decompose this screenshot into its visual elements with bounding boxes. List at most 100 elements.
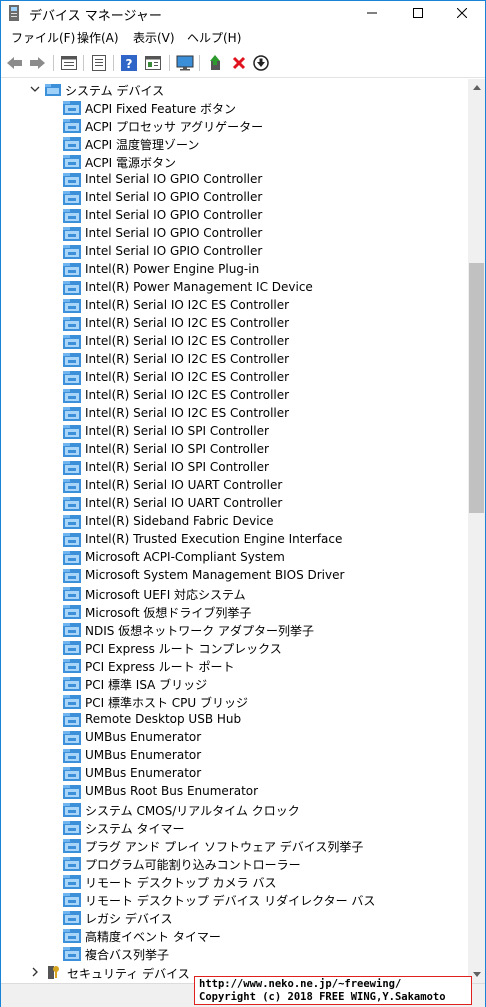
- minimize-button[interactable]: [349, 1, 395, 25]
- device-label: プラグ アンド プレイ ソフトウェア デバイス列挙子: [85, 840, 364, 854]
- tree-item-device[interactable]: Intel(R) Power Engine Plug-in: [1, 260, 468, 278]
- system-device-icon: [63, 623, 81, 637]
- device-label: Intel(R) Power Management IC Device: [85, 280, 313, 294]
- device-label: システム タイマー: [85, 822, 185, 836]
- chevron-right-icon[interactable]: [29, 966, 41, 978]
- back-button[interactable]: [5, 53, 25, 73]
- tree-item-device[interactable]: NDIS 仮想ネットワーク アダプター列挙子: [1, 620, 468, 638]
- monitor-button[interactable]: [175, 53, 195, 73]
- tree-item-device[interactable]: Intel Serial IO GPIO Controller: [1, 170, 468, 188]
- tree-item-device[interactable]: ACPI Fixed Feature ボタン: [1, 98, 468, 116]
- tree-item-device[interactable]: 複合バス列挙子: [1, 944, 468, 962]
- device-label: Microsoft ACPI-Compliant System: [85, 550, 285, 564]
- tree-item-device[interactable]: レガシ デバイス: [1, 908, 468, 926]
- system-device-icon: [63, 731, 81, 745]
- maximize-button[interactable]: [395, 1, 441, 25]
- tree-item-device[interactable]: ACPI 電源ボタン: [1, 152, 468, 170]
- system-device-icon: [63, 245, 81, 259]
- tree-item-device[interactable]: Intel(R) Serial IO I2C ES Controller: [1, 332, 468, 350]
- view-button[interactable]: [143, 53, 163, 73]
- toolbar-separator: [113, 55, 114, 71]
- minimize-icon: [367, 12, 377, 14]
- tree-item-device[interactable]: Intel(R) Serial IO I2C ES Controller: [1, 314, 468, 332]
- system-device-icon: [63, 263, 81, 277]
- tree-item-device[interactable]: リモート デスクトップ カメラ バス: [1, 872, 468, 890]
- tree-item-device[interactable]: Microsoft UEFI 対応システム: [1, 584, 468, 602]
- device-label: Microsoft UEFI 対応システム: [85, 588, 246, 602]
- scrollbar-thumb[interactable]: [469, 263, 484, 514]
- device-label: PCI 標準 ISA ブリッジ: [85, 678, 208, 692]
- tree-item-device[interactable]: UMBus Enumerator: [1, 728, 468, 746]
- vertical-scrollbar[interactable]: [468, 79, 485, 983]
- tree-item-device[interactable]: 高精度イベント タイマー: [1, 926, 468, 944]
- tree-item-device[interactable]: Intel(R) Serial IO UART Controller: [1, 476, 468, 494]
- tree-category-system-devices[interactable]: システム デバイス: [1, 80, 468, 98]
- tree-item-device[interactable]: Intel(R) Serial IO UART Controller: [1, 494, 468, 512]
- menu-bar: ファイル(F) 操作(A) 表示(V) ヘルプ(H): [1, 27, 485, 47]
- device-label: Intel(R) Serial IO SPI Controller: [85, 460, 269, 474]
- tree-item-device[interactable]: Intel(R) Serial IO I2C ES Controller: [1, 350, 468, 368]
- tree-item-device[interactable]: Intel(R) Trusted Execution Engine Interf…: [1, 530, 468, 548]
- tree-item-device[interactable]: Intel(R) Serial IO I2C ES Controller: [1, 296, 468, 314]
- device-label: ACPI 温度管理ゾーン: [85, 138, 200, 152]
- tree-item-device[interactable]: UMBus Enumerator: [1, 746, 468, 764]
- close-button[interactable]: [439, 1, 485, 25]
- properties-button[interactable]: [89, 53, 109, 73]
- tree-item-device[interactable]: UMBus Enumerator: [1, 764, 468, 782]
- toolbar-separator: [53, 55, 54, 71]
- scroll-up-button[interactable]: [468, 79, 485, 96]
- scroll-down-icon: [472, 972, 481, 977]
- tree-item-device[interactable]: PCI 標準 ISA ブリッジ: [1, 674, 468, 692]
- device-label: Intel(R) Serial IO I2C ES Controller: [85, 334, 290, 348]
- title-bar[interactable]: デバイス マネージャー: [1, 1, 485, 25]
- tree-item-device[interactable]: Intel(R) Serial IO SPI Controller: [1, 422, 468, 440]
- menu-view[interactable]: 表示(V): [131, 29, 177, 46]
- system-device-icon: [63, 929, 81, 943]
- menu-help[interactable]: ヘルプ(H): [185, 29, 243, 46]
- tree-item-device[interactable]: Intel(R) Power Management IC Device: [1, 278, 468, 296]
- watermark-url: http://www.neko.ne.jp/~freewing/: [199, 978, 402, 990]
- download-button[interactable]: [251, 53, 271, 73]
- tree-item-device[interactable]: UMBus Root Bus Enumerator: [1, 782, 468, 800]
- download-icon: [253, 55, 269, 71]
- tree-item-device[interactable]: システム CMOS/リアルタイム クロック: [1, 800, 468, 818]
- menu-action[interactable]: 操作(A): [75, 29, 121, 46]
- tree-item-device[interactable]: Intel(R) Serial IO SPI Controller: [1, 440, 468, 458]
- tree-item-device[interactable]: Intel(R) Serial IO SPI Controller: [1, 458, 468, 476]
- tree-item-device[interactable]: プログラム可能割り込みコントローラー: [1, 854, 468, 872]
- tree-item-device[interactable]: ACPI プロセッサ アグリゲーター: [1, 116, 468, 134]
- tree-item-device[interactable]: ACPI 温度管理ゾーン: [1, 134, 468, 152]
- uninstall-button[interactable]: [229, 53, 249, 73]
- system-device-icon: [63, 767, 81, 781]
- tree-item-device[interactable]: PCI Express ルート コンプレックス: [1, 638, 468, 656]
- tree-item-device[interactable]: Intel(R) Sideband Fabric Device: [1, 512, 468, 530]
- device-label: PCI Express ルート コンプレックス: [85, 642, 282, 656]
- forward-icon: [30, 57, 45, 69]
- tree-item-device[interactable]: Microsoft ACPI-Compliant System: [1, 548, 468, 566]
- tree-item-device[interactable]: PCI 標準ホスト CPU ブリッジ: [1, 692, 468, 710]
- chevron-down-icon[interactable]: [29, 83, 41, 95]
- tree-item-device[interactable]: Intel(R) Serial IO I2C ES Controller: [1, 404, 468, 422]
- tree-item-device[interactable]: リモート デスクトップ デバイス リダイレクター バス: [1, 890, 468, 908]
- tree-item-device[interactable]: Intel Serial IO GPIO Controller: [1, 224, 468, 242]
- up-button[interactable]: [59, 53, 79, 73]
- tree-item-device[interactable]: Microsoft 仮想ドライブ列挙子: [1, 602, 468, 620]
- system-device-icon: [63, 749, 81, 763]
- help-button[interactable]: ?: [119, 53, 139, 73]
- tree-item-device[interactable]: プラグ アンド プレイ ソフトウェア デバイス列挙子: [1, 836, 468, 854]
- tree-item-device[interactable]: Intel(R) Serial IO I2C ES Controller: [1, 386, 468, 404]
- update-driver-button[interactable]: [205, 53, 225, 73]
- tree-item-device[interactable]: PCI Express ルート ポート: [1, 656, 468, 674]
- tree-item-device[interactable]: Intel Serial IO GPIO Controller: [1, 188, 468, 206]
- tree-item-device[interactable]: Intel Serial IO GPIO Controller: [1, 206, 468, 224]
- uninstall-icon: [232, 56, 246, 70]
- forward-button[interactable]: [27, 53, 47, 73]
- tree-item-device[interactable]: Intel Serial IO GPIO Controller: [1, 242, 468, 260]
- device-tree[interactable]: システム デバイス ACPI Fixed Feature ボタン ACPI プロセ…: [1, 79, 468, 983]
- menu-file[interactable]: ファイル(F): [9, 29, 77, 46]
- device-manager-app-icon: [9, 5, 19, 21]
- tree-item-device[interactable]: Intel(R) Serial IO I2C ES Controller: [1, 368, 468, 386]
- tree-item-device[interactable]: Microsoft System Management BIOS Driver: [1, 566, 468, 584]
- tree-item-device[interactable]: システム タイマー: [1, 818, 468, 836]
- tree-item-device[interactable]: Remote Desktop USB Hub: [1, 710, 468, 728]
